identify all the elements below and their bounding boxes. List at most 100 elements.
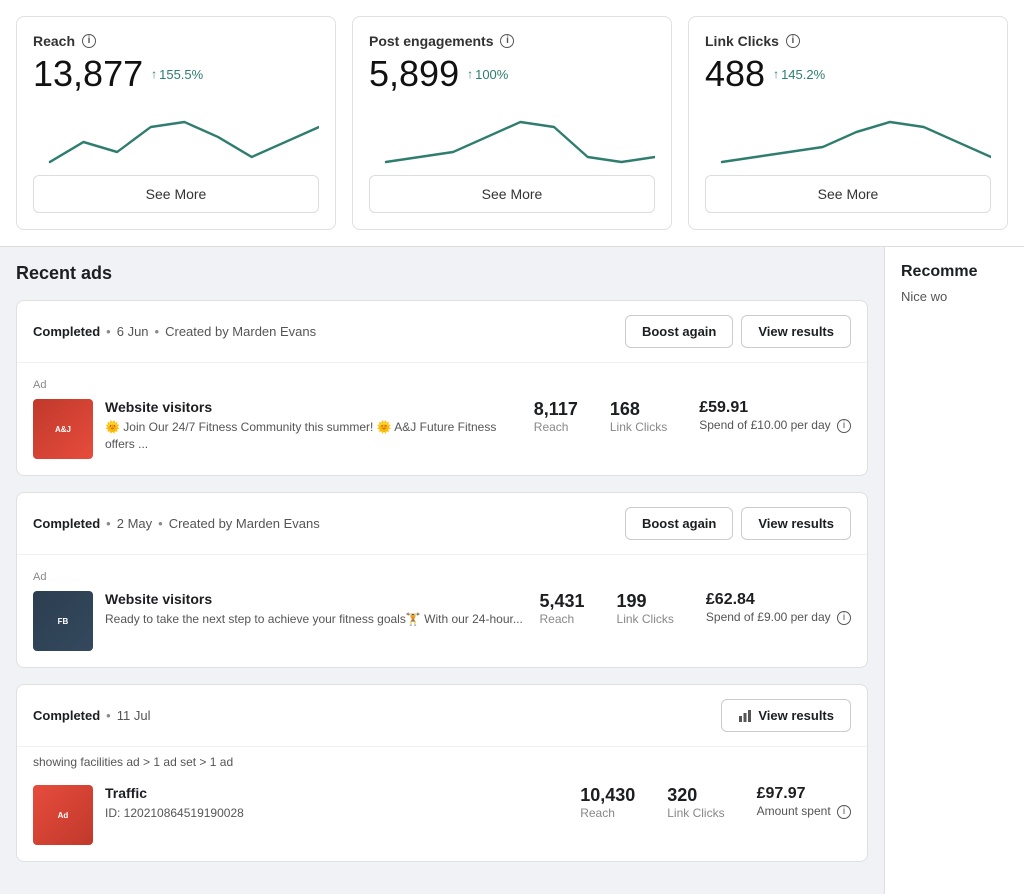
- dot-separator: •: [158, 516, 163, 531]
- metric-value-post-engagements: 5,899 ↑ 100%: [369, 53, 655, 95]
- spend-info: £97.97 Amount spent i: [757, 785, 851, 820]
- right-panel-title: Recomme: [901, 263, 1008, 281]
- clicks-number: 168: [610, 399, 667, 420]
- ad-content-row: A&J Website visitors 🌞 Join Our 24/7 Fit…: [33, 399, 851, 459]
- reach-number: 5,431: [539, 591, 584, 612]
- view-results-button[interactable]: View results: [741, 507, 851, 540]
- ad-content-row: Ad Traffic ID: 120210864519190028 10,430…: [33, 785, 851, 845]
- metric-card-link-clicks: Link Clicks i 488 ↑ 145.2% See More: [688, 16, 1008, 230]
- clicks-label: Link Clicks: [667, 806, 724, 820]
- sub-info: showing facilities ad > 1 ad set > 1 ad: [17, 747, 867, 769]
- ad-card: Completed • 11 Jul View results showing …: [16, 684, 868, 862]
- ad-thumbnail: Ad: [33, 785, 93, 845]
- arrow-up-icon: ↑: [151, 67, 157, 81]
- ad-label: Ad: [33, 571, 851, 583]
- arrow-up-icon: ↑: [467, 67, 473, 81]
- reach-label: Reach: [580, 806, 635, 820]
- reach-metric: 10,430 Reach: [580, 785, 635, 820]
- ad-name: Website visitors: [105, 591, 527, 607]
- right-panel: Recomme Nice wo: [884, 247, 1024, 894]
- clicks-metric: 320 Link Clicks: [667, 785, 724, 820]
- ad-thumbnail: A&J: [33, 399, 93, 459]
- metric-title-post-engagements: Post engagements i: [369, 33, 655, 49]
- metric-value-reach: 13,877 ↑ 155.5%: [33, 53, 319, 95]
- reach-label: Reach: [534, 420, 578, 434]
- chart-reach: [33, 107, 319, 167]
- ad-date: 11 Jul: [117, 708, 151, 723]
- arrow-up-icon: ↑: [773, 67, 779, 81]
- section-title: Recent ads: [16, 263, 868, 284]
- spend-info: £62.84 Spend of £9.00 per day i: [706, 591, 851, 626]
- dot-separator: •: [106, 708, 111, 723]
- spend-desc: Amount spent i: [757, 803, 851, 820]
- ad-info: Website visitors Ready to take the next …: [105, 591, 527, 628]
- ad-card-header: Completed • 11 Jul View results: [17, 685, 867, 747]
- ad-card-header: Completed • 2 May •Created by Marden Eva…: [17, 493, 867, 555]
- metric-card-post-engagements: Post engagements i 5,899 ↑ 100% See More: [352, 16, 672, 230]
- spend-desc: Spend of £10.00 per day i: [699, 417, 851, 434]
- ad-creator: Created by Marden Evans: [169, 516, 320, 531]
- main-layout: Recent ads Completed • 6 Jun •Created by…: [0, 247, 1024, 894]
- ad-name: Website visitors: [105, 399, 522, 415]
- metric-change-reach: ↑ 155.5%: [151, 67, 203, 82]
- ad-metrics: 5,431 Reach 199 Link Clicks £62.84 Spend…: [539, 591, 851, 626]
- spend-info-icon[interactable]: i: [837, 611, 851, 625]
- clicks-metric: 199 Link Clicks: [617, 591, 674, 626]
- metric-title-reach: Reach i: [33, 33, 319, 49]
- info-icon-link-clicks[interactable]: i: [786, 34, 800, 48]
- ad-body: Ad Traffic ID: 120210864519190028 10,430…: [17, 769, 867, 861]
- reach-label: Reach: [539, 612, 584, 626]
- spend-info: £59.91 Spend of £10.00 per day i: [699, 399, 851, 434]
- clicks-number: 320: [667, 785, 724, 806]
- ad-body: Ad A&J Website visitors 🌞 Join Our 24/7 …: [17, 363, 867, 475]
- ad-card-header: Completed • 6 Jun •Created by Marden Eva…: [17, 301, 867, 363]
- header-actions: View results: [721, 699, 851, 732]
- status-badge: Completed: [33, 324, 100, 339]
- boost-again-button[interactable]: Boost again: [625, 315, 733, 348]
- clicks-label: Link Clicks: [617, 612, 674, 626]
- ad-status-info: Completed • 11 Jul: [33, 708, 150, 723]
- chart-icon: [738, 709, 752, 723]
- reach-metric: 5,431 Reach: [539, 591, 584, 626]
- ad-label: Ad: [33, 379, 851, 391]
- see-more-button-post-engagements[interactable]: See More: [369, 175, 655, 213]
- ad-name: Traffic: [105, 785, 568, 801]
- metric-value-link-clicks: 488 ↑ 145.2%: [705, 53, 991, 95]
- dot-separator: •: [106, 324, 111, 339]
- spend-amount: £59.91: [699, 399, 851, 417]
- boost-again-button[interactable]: Boost again: [625, 507, 733, 540]
- status-badge: Completed: [33, 516, 100, 531]
- spend-info-icon[interactable]: i: [837, 419, 851, 433]
- reach-number: 10,430: [580, 785, 635, 806]
- metric-card-reach: Reach i 13,877 ↑ 155.5% See More: [16, 16, 336, 230]
- dot-separator: •: [155, 324, 160, 339]
- spend-amount: £62.84: [706, 591, 851, 609]
- ad-date: 6 Jun: [117, 324, 149, 339]
- view-results-button[interactable]: View results: [741, 315, 851, 348]
- clicks-number: 199: [617, 591, 674, 612]
- info-icon-post-engagements[interactable]: i: [500, 34, 514, 48]
- metric-change-post-engagements: ↑ 100%: [467, 67, 508, 82]
- chart-link-clicks: [705, 107, 991, 167]
- ad-status-info: Completed • 6 Jun •Created by Marden Eva…: [33, 324, 316, 339]
- chart-post-engagements: [369, 107, 655, 167]
- metric-title-link-clicks: Link Clicks i: [705, 33, 991, 49]
- ad-card: Completed • 6 Jun •Created by Marden Eva…: [16, 300, 868, 476]
- ad-card: Completed • 2 May •Created by Marden Eva…: [16, 492, 868, 668]
- spend-amount: £97.97: [757, 785, 851, 803]
- status-badge: Completed: [33, 708, 100, 723]
- recent-ads-section: Recent ads Completed • 6 Jun •Created by…: [0, 247, 884, 894]
- view-results-button[interactable]: View results: [721, 699, 851, 732]
- reach-number: 8,117: [534, 399, 578, 420]
- see-more-button-link-clicks[interactable]: See More: [705, 175, 991, 213]
- right-panel-text: Nice wo: [901, 289, 1008, 304]
- see-more-button-reach[interactable]: See More: [33, 175, 319, 213]
- info-icon-reach[interactable]: i: [82, 34, 96, 48]
- metric-change-link-clicks: ↑ 145.2%: [773, 67, 825, 82]
- spend-desc: Spend of £9.00 per day i: [706, 609, 851, 626]
- top-metrics-bar: Reach i 13,877 ↑ 155.5% See More Post en…: [0, 0, 1024, 247]
- ad-body: Ad FB Website visitors Ready to take the…: [17, 555, 867, 667]
- header-actions: Boost again View results: [625, 507, 851, 540]
- header-actions: Boost again View results: [625, 315, 851, 348]
- ad-content-row: FB Website visitors Ready to take the ne…: [33, 591, 851, 651]
